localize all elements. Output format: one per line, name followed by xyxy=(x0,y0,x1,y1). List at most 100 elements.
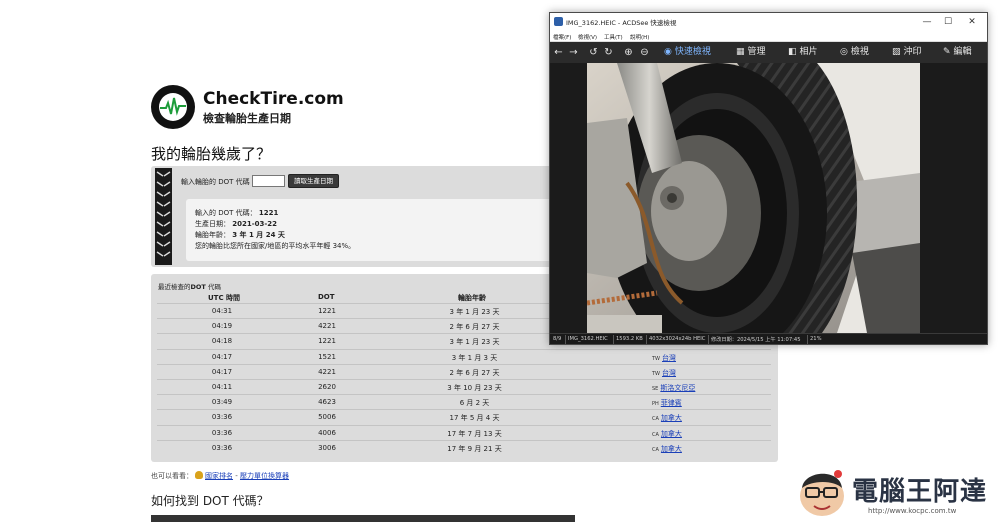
acdsee-titlebar[interactable]: IMG_3162.HEIC - ACDSee 快速檢視 — ☐ ✕ xyxy=(550,13,987,31)
country-link[interactable]: 斯洛文尼亞 xyxy=(660,384,695,392)
acdsee-window-title: IMG_3162.HEIC - ACDSee 快速檢視 xyxy=(566,19,677,27)
cell-utc: 04:11 xyxy=(211,383,233,391)
tire-photo xyxy=(587,63,920,333)
cell-dot: 4006 xyxy=(318,428,336,437)
country-code: CA xyxy=(652,416,659,423)
cell-country: SE 斯洛文尼亞 xyxy=(652,383,722,393)
country-code: TW xyxy=(652,355,660,362)
mascot-logo-icon xyxy=(800,470,844,516)
site-tagline: 檢查輪胎生產日期 xyxy=(203,112,291,125)
cell-age: 6 月 2 天 xyxy=(459,399,490,408)
rotate-left-icon[interactable]: ↺ xyxy=(587,46,600,59)
desktop: CheckTire.com 檢查輪胎生產日期 我的輪胎幾歲了？ 輸入輪胎的 DO… xyxy=(0,0,1000,522)
result-dot: 輸入的 DOT 代碼： 1221 xyxy=(195,209,279,217)
section-heading-find-dot: 如何找到 DOT 代碼？ xyxy=(151,494,269,508)
menu-view[interactable]: 檢視(V) xyxy=(578,33,597,41)
menu-file[interactable]: 檔案(F) xyxy=(553,33,571,41)
tire-tread-icon xyxy=(155,168,172,265)
cell-country: TW 台灣 xyxy=(652,368,722,378)
read-date-button[interactable]: 讀取生產日期 xyxy=(288,174,339,188)
rotate-right-icon[interactable]: ↻ xyxy=(602,46,615,59)
maximize-button[interactable]: ☐ xyxy=(941,15,955,29)
watermark-url: http://www.kocpc.com.tw xyxy=(868,507,957,515)
cell-dot: 4221 xyxy=(318,367,336,376)
table-row: 04:17 1521 3 年 1 月 3 天 TW 台灣 xyxy=(157,348,771,364)
cell-utc: 03:36 xyxy=(211,443,233,452)
acdsee-window: IMG_3162.HEIC - ACDSee 快速檢視 — ☐ ✕ 檔案(F) … xyxy=(549,12,988,345)
col-dot-header: DOT xyxy=(318,293,335,301)
country-link[interactable]: 加拿大 xyxy=(661,445,682,453)
arrow-right-icon[interactable]: → xyxy=(567,46,580,59)
cell-utc: 03:36 xyxy=(211,413,233,422)
acdsee-statusbar: 8/9 IMG_3162.HEIC 1593.2 KB 4032x3024x24… xyxy=(550,333,987,344)
country-link[interactable]: 加拿大 xyxy=(661,430,682,438)
view-eye-icon: ◎ xyxy=(840,47,848,57)
mode-manage[interactable]: ▦ 管理 xyxy=(736,46,766,59)
cell-country: TW 台灣 xyxy=(652,353,722,363)
cell-country: CA 加拿大 xyxy=(652,444,722,454)
status-zoom: 21% xyxy=(810,336,822,342)
mode-photos[interactable]: ◧ 相片 xyxy=(788,46,818,59)
photos-icon: ◧ xyxy=(788,47,797,57)
cell-utc: 04:18 xyxy=(211,337,233,346)
cell-age: 17 年 7 月 13 天 xyxy=(447,429,502,438)
arrow-left-icon[interactable]: ← xyxy=(552,46,565,59)
image-viewport[interactable] xyxy=(550,63,987,333)
cell-dot: 1221 xyxy=(318,307,336,315)
watermark-title: 電腦王阿達 xyxy=(852,477,988,507)
country-link[interactable]: 加拿大 xyxy=(661,414,682,422)
mode-quick-view[interactable]: ◉ 快速檢視 xyxy=(664,46,711,59)
cell-age: 17 年 5 月 4 天 xyxy=(449,414,500,423)
page-title: 我的輪胎幾歲了？ xyxy=(151,145,272,163)
cell-dot: 5006 xyxy=(318,413,336,422)
menu-help[interactable]: 說明(H) xyxy=(630,33,649,41)
mode-view[interactable]: ◎ 檢視 xyxy=(840,46,869,59)
pressure-converter-link[interactable]: 壓力單位換算器 xyxy=(240,472,289,480)
cell-dot: 4623 xyxy=(318,398,336,407)
mode-edit[interactable]: ✎ 編輯 xyxy=(943,46,972,59)
zoom-out-icon[interactable]: ⊖ xyxy=(638,46,651,59)
cell-age: 3 年 1 月 23 天 xyxy=(449,338,500,347)
cell-age: 17 年 9 月 21 天 xyxy=(447,444,502,453)
country-ranking-link[interactable]: 國家排名 xyxy=(205,472,233,480)
result-compare: 您的輪胎比您所在國家/地區的平均水平年輕 34%。 xyxy=(195,242,356,250)
cell-country: CA 加拿大 xyxy=(652,429,722,439)
status-filename: IMG_3162.HEIC xyxy=(568,336,608,342)
cell-country: PH 菲律賓 xyxy=(652,398,722,408)
acdsee-app-icon xyxy=(554,17,563,26)
result-dot-value: 1221 xyxy=(258,209,279,217)
acdsee-menubar: 檔案(F) 檢視(V) 工具(T) 說明(H) xyxy=(550,31,987,42)
country-link[interactable]: 菲律賓 xyxy=(661,399,682,407)
cell-age: 3 年 1 月 3 天 xyxy=(451,353,498,362)
see-also: 也可以看看： 國家排名 - 壓力單位換算器 xyxy=(151,471,289,480)
table-row: 03:36 5006 17 年 5 月 4 天 CA 加拿大 xyxy=(157,409,771,424)
trophy-icon xyxy=(195,471,203,479)
table-row: 03:36 3006 17 年 9 月 21 天 CA 加拿大 xyxy=(157,439,771,455)
result-date-value: 2021-03-22 xyxy=(232,220,278,228)
cell-country: CA 加拿大 xyxy=(652,413,722,423)
cell-age: 2 年 6 月 27 天 xyxy=(449,368,500,377)
result-age: 輪胎年齡： 3 年 1 月 24 天 xyxy=(195,231,285,239)
cell-utc: 04:19 xyxy=(211,322,233,331)
menu-tools[interactable]: 工具(T) xyxy=(604,33,623,41)
country-link[interactable]: 台灣 xyxy=(662,354,676,362)
table-row: 03:36 4006 17 年 7 月 13 天 CA 加拿大 xyxy=(157,424,771,440)
zoom-in-icon[interactable]: ⊕ xyxy=(622,46,635,59)
close-button[interactable]: ✕ xyxy=(965,15,979,29)
grid-icon: ▦ xyxy=(736,47,745,57)
print-icon: ▨ xyxy=(892,47,901,57)
recent-checks-title: 最近檢查的DOT 代碼 xyxy=(158,283,221,291)
status-modified: 修改日期：2024/5/15 上午 11:07:45 xyxy=(711,337,801,343)
country-code: CA xyxy=(652,431,659,438)
cell-dot: 4221 xyxy=(318,322,336,331)
site-brand[interactable]: CheckTire.com xyxy=(203,89,344,109)
dot-code-input[interactable] xyxy=(252,175,285,187)
cell-age: 2 年 6 月 27 天 xyxy=(449,323,500,332)
cell-age: 3 年 10 月 23 天 xyxy=(447,384,502,392)
country-link[interactable]: 台灣 xyxy=(662,369,676,377)
cell-dot: 3006 xyxy=(318,443,336,452)
minimize-button[interactable]: — xyxy=(920,15,934,29)
mode-print[interactable]: ▨ 沖印 xyxy=(892,46,922,59)
status-index: 8/9 xyxy=(553,336,562,342)
status-filesize: 1593.2 KB xyxy=(616,336,643,342)
